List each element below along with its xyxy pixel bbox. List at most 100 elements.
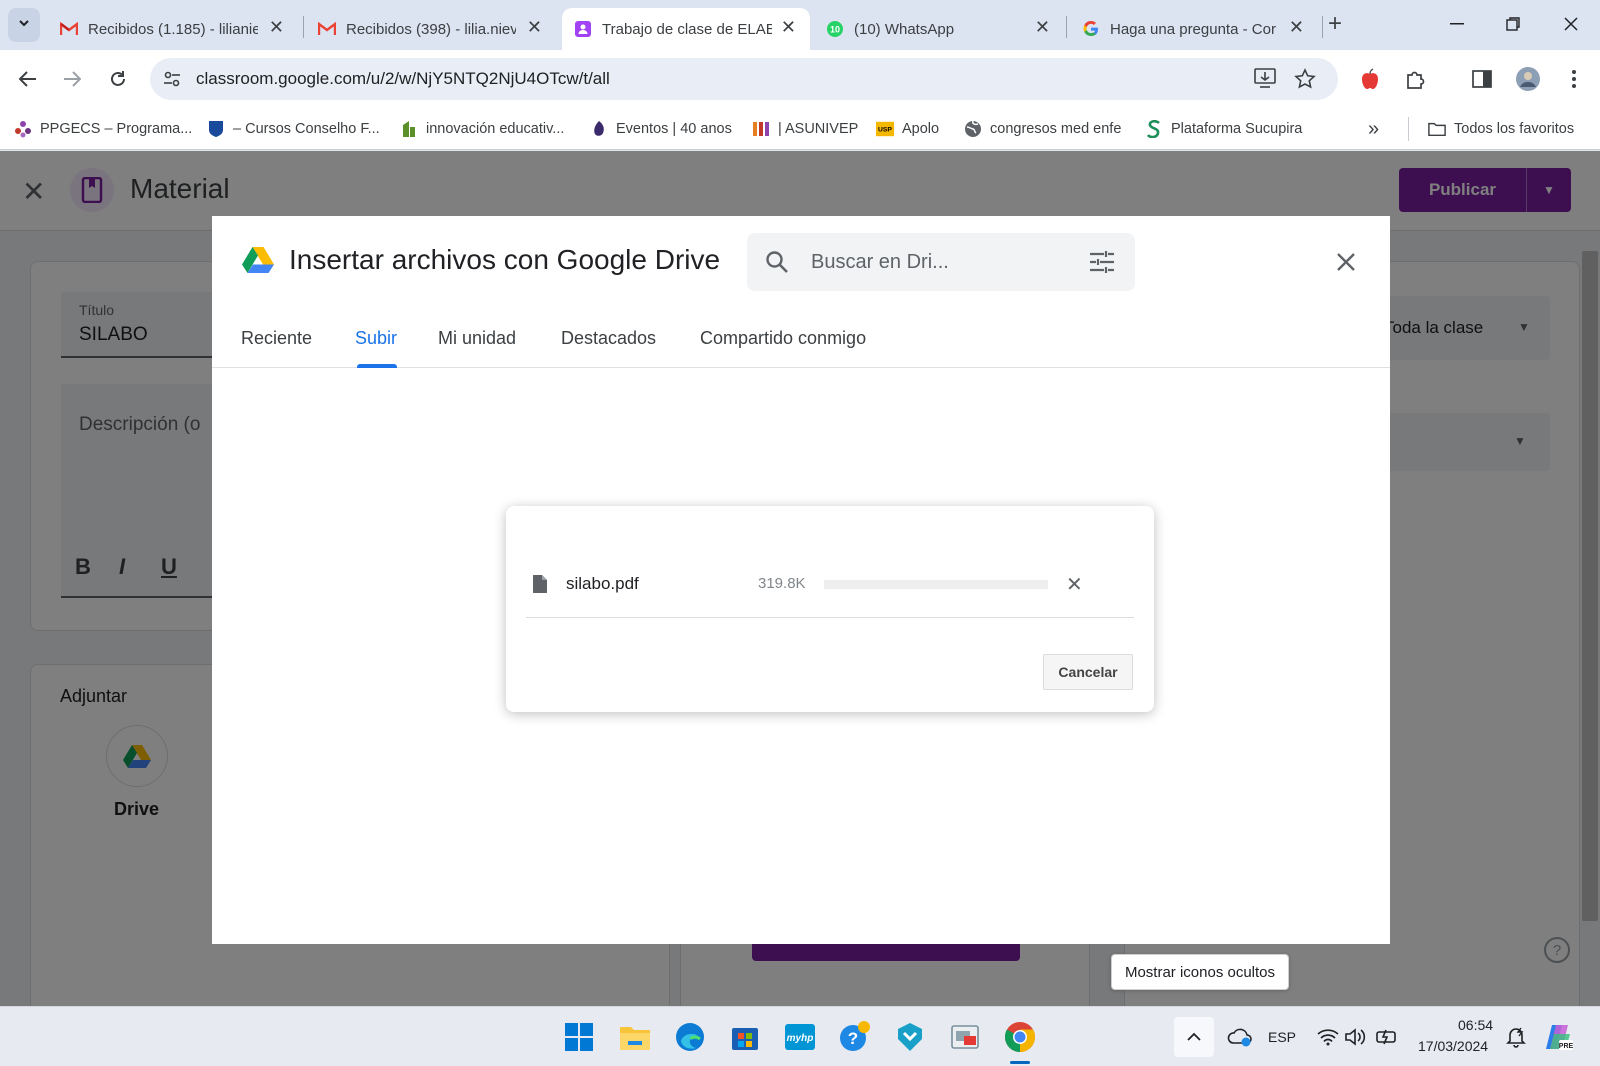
bookmark-item[interactable]: | ASUNIVEP: [752, 118, 858, 140]
show-hidden-icons-button[interactable]: [1174, 1017, 1214, 1057]
close-picker-button[interactable]: [1330, 246, 1362, 278]
globe-icon: [964, 120, 982, 138]
close-icon: [1337, 253, 1355, 271]
search-options-icon[interactable]: [1089, 250, 1115, 279]
tab-subir[interactable]: Subir: [355, 328, 397, 349]
bookmark-item[interactable]: congresos med enfe: [964, 118, 1121, 140]
edge-browser-icon[interactable]: [672, 1019, 708, 1055]
back-button[interactable]: [13, 64, 43, 94]
all-favorites-folder[interactable]: Todos los favoritos: [1428, 118, 1574, 140]
google-icon: [1082, 20, 1100, 38]
bookmark-item[interactable]: innovación educativ...: [400, 118, 564, 140]
side-panel-icon[interactable]: [1468, 64, 1496, 94]
window-close-button[interactable]: [1548, 8, 1594, 40]
bookmark-label: – Cursos Conselho F...: [233, 121, 380, 137]
bookmarks-bar: PPGECS – Programa... – Cursos Conselho F…: [0, 108, 1600, 150]
drive-picker-dialog: Insertar archivos con Google Drive Recie…: [212, 216, 1390, 944]
tab-strip: Recibidos (1.185) - lilianie ✕ Recibidos…: [0, 0, 1600, 50]
myhp-icon[interactable]: myhp: [782, 1019, 818, 1055]
bookmark-label: Plataforma Sucupira: [1171, 121, 1303, 137]
bookmark-item[interactable]: Eventos | 40 anos: [590, 118, 732, 140]
microsoft-store-icon[interactable]: [727, 1019, 763, 1055]
browser-toolbar: classroom.google.com/u/2/w/NjY5NTQ2NjU4O…: [0, 50, 1600, 108]
clock-date[interactable]: 17/03/2024: [1418, 1038, 1488, 1054]
tab-title: (10) WhatsApp: [854, 20, 955, 38]
install-app-icon[interactable]: [1254, 68, 1276, 93]
bookmark-item[interactable]: USP Apolo: [876, 118, 939, 140]
clock-time[interactable]: 06:54: [1458, 1017, 1493, 1033]
active-tab-indicator: [357, 364, 397, 368]
browser-tab[interactable]: Haga una pregunta - Cor ✕: [1070, 8, 1318, 50]
browser-tab[interactable]: Recibidos (1.185) - lilianie ✕: [48, 8, 298, 50]
bookmark-label: congresos med enfe: [990, 121, 1122, 137]
file-icon: [532, 574, 548, 599]
copilot-icon[interactable]: PRE: [1540, 1019, 1576, 1055]
close-tab-icon[interactable]: ✕: [1035, 17, 1050, 38]
close-tab-icon[interactable]: ✕: [1289, 17, 1304, 38]
new-tab-button[interactable]: +: [1328, 10, 1342, 38]
bookmark-label: PPGECS – Programa...: [40, 121, 193, 137]
drive-search-input[interactable]: [811, 233, 1071, 291]
close-tab-icon[interactable]: ✕: [781, 17, 796, 38]
upload-file-size: 319.8K: [758, 575, 806, 592]
tab-search-button[interactable]: [8, 8, 40, 42]
picker-title: Insertar archivos con Google Drive: [289, 244, 721, 275]
bookmark-item[interactable]: Plataforma Sucupira: [1145, 118, 1302, 140]
reload-button[interactable]: [103, 64, 133, 94]
asunivep-icon: [752, 120, 770, 138]
extensions-puzzle-icon[interactable]: [1402, 64, 1430, 94]
more-bookmarks-button[interactable]: »: [1368, 118, 1379, 140]
ppgecs-icon: [14, 120, 32, 138]
svg-text:myhp: myhp: [787, 1033, 814, 1044]
url-text: classroom.google.com/u/2/w/NjY5NTQ2NjU4O…: [196, 69, 610, 88]
forward-button[interactable]: [57, 64, 87, 94]
svg-text:USP: USP: [878, 127, 892, 134]
bookmark-label: innovación educativ...: [426, 121, 565, 137]
tab-compartido-conmigo[interactable]: Compartido conmigo: [700, 328, 866, 349]
profile-avatar[interactable]: [1514, 64, 1542, 94]
get-help-icon[interactable]: ?: [837, 1019, 873, 1055]
bookmark-star-icon[interactable]: [1294, 68, 1316, 95]
tab-title: Haga una pregunta - Cor: [1110, 20, 1276, 38]
bookmark-item[interactable]: – Cursos Conselho F...: [207, 118, 380, 140]
close-tab-icon[interactable]: ✕: [527, 17, 542, 38]
search-icon[interactable]: [765, 250, 789, 279]
app-shield-icon[interactable]: [892, 1019, 928, 1055]
windows-start-icon[interactable]: [561, 1019, 597, 1055]
folder-icon: [1428, 120, 1446, 138]
bookmark-item[interactable]: PPGECS – Programa...: [14, 118, 192, 140]
battery-icon[interactable]: [1368, 1019, 1404, 1055]
restore-button[interactable]: [1490, 8, 1536, 40]
notifications-icon[interactable]: [1498, 1019, 1534, 1055]
file-explorer-icon[interactable]: [617, 1019, 653, 1055]
more-vert-icon[interactable]: [1560, 64, 1588, 94]
close-tab-icon[interactable]: ✕: [269, 17, 284, 38]
extension-apple-icon[interactable]: [1356, 64, 1384, 94]
tab-title: Trabajo de clase de ELAB: [602, 20, 772, 38]
remote-desktop-icon[interactable]: [947, 1019, 983, 1055]
minimize-button[interactable]: [1434, 8, 1480, 40]
whatsapp-badge-count: 10: [830, 25, 840, 35]
upload-progress-bar: [824, 580, 1048, 589]
tab-separator: [1322, 16, 1323, 38]
cancel-upload-button[interactable]: Cancelar: [1043, 654, 1133, 690]
tab-destacados[interactable]: Destacados: [561, 328, 656, 349]
all-favorites-label: Todos los favoritos: [1454, 121, 1575, 137]
chrome-icon[interactable]: [1002, 1019, 1038, 1055]
gmail-icon: [60, 20, 78, 38]
bookmark-label: Eventos | 40 anos: [616, 121, 732, 137]
tab-mi-unidad[interactable]: Mi unidad: [438, 328, 516, 349]
tab-title: Recibidos (1.185) - lilianie: [88, 20, 258, 38]
language-indicator[interactable]: ESP: [1268, 1029, 1296, 1045]
upload-progress-dialog: silabo.pdf 319.8K ✕ Cancelar: [506, 506, 1154, 712]
browser-tab[interactable]: 10 (10) WhatsApp ✕: [814, 8, 1064, 50]
address-bar[interactable]: classroom.google.com/u/2/w/NjY5NTQ2NjU4O…: [150, 58, 1338, 100]
remove-file-icon[interactable]: ✕: [1066, 572, 1083, 597]
onedrive-icon[interactable]: [1222, 1019, 1258, 1055]
shield-icon: [207, 120, 225, 138]
browser-tab[interactable]: Recibidos (398) - lilia.niev ✕: [306, 8, 556, 50]
browser-tab-active[interactable]: Trabajo de clase de ELAB ✕: [562, 8, 810, 50]
site-info-icon[interactable]: [162, 69, 182, 94]
tab-reciente[interactable]: Reciente: [241, 328, 312, 349]
building-icon: [400, 120, 418, 138]
